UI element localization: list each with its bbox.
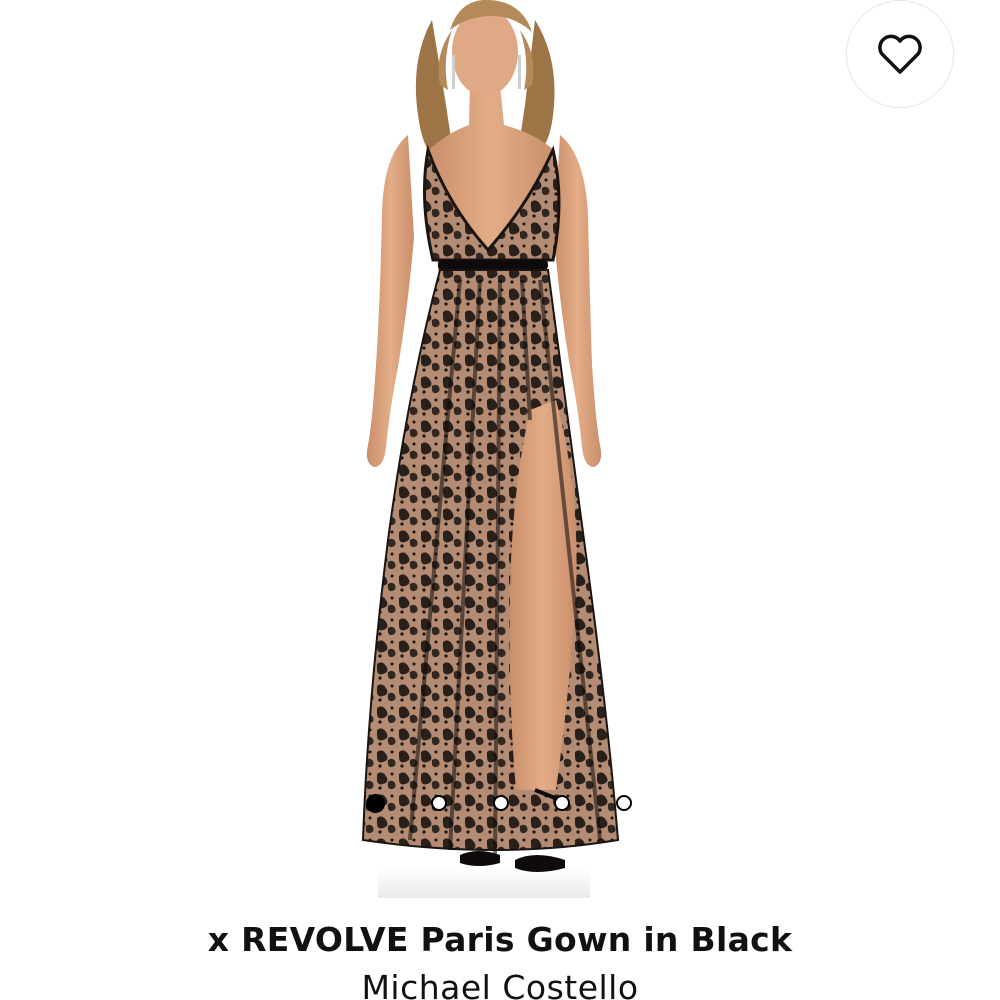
- product-brand[interactable]: Michael Costello: [0, 968, 1000, 1000]
- carousel-dot[interactable]: [616, 795, 632, 811]
- carousel-dot[interactable]: [492, 795, 509, 811]
- favorite-button[interactable]: [846, 0, 954, 108]
- image-carousel-indicators: [366, 793, 632, 813]
- carousel-dot[interactable]: [366, 793, 385, 813]
- carousel-dot[interactable]: [430, 795, 447, 811]
- product-title: x REVOLVE Paris Gown in Black: [207, 920, 793, 959]
- product-detail-page: x REVOLVE Paris Gown in Black Michael Co…: [0, 0, 1000, 1000]
- heart-outline-icon: [878, 34, 922, 74]
- product-image[interactable]: [0, 0, 1000, 900]
- carousel-dot[interactable]: [554, 795, 571, 811]
- model-wearing-gown-illustration: [361, 0, 620, 898]
